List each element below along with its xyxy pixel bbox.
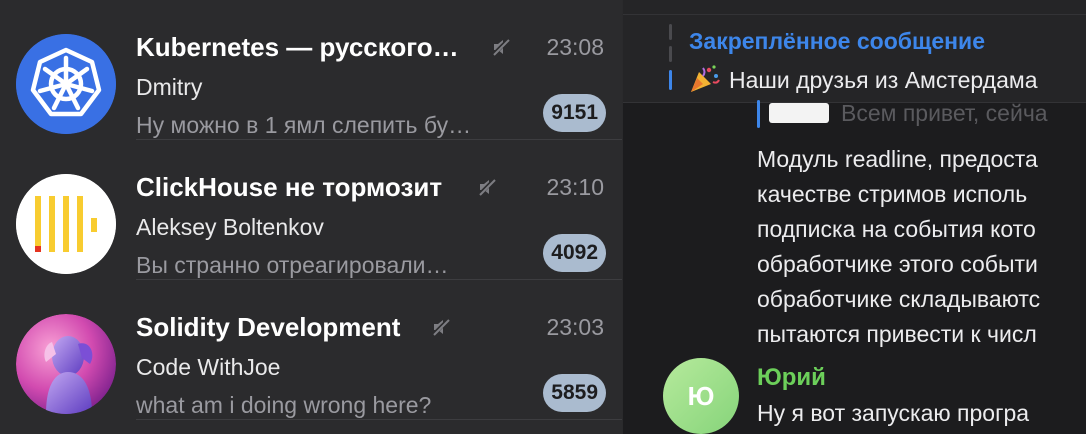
chat-preview: Вы странно отреагировали…: [136, 252, 449, 278]
user-avatar[interactable]: Ю: [663, 358, 739, 434]
chat-preview: Ну можно в 1 ямл слепить бу…: [136, 112, 472, 138]
message-line: пытаются привести к числ: [757, 321, 1037, 347]
reply-thumbnail: [769, 103, 829, 123]
message-author[interactable]: Юрий: [757, 364, 826, 392]
chat-sender: Code WithJoe: [136, 354, 281, 380]
reply-quote[interactable]: Всем привет, сейча: [757, 100, 1086, 130]
unread-badge: 5859: [543, 374, 606, 412]
pinned-message-bar[interactable]: Закреплённое сообщение Наши друзья из Ам…: [623, 0, 1086, 103]
telegram-window: Kubernetes — русского… 23:08 Dmitry Ну м…: [0, 0, 1086, 434]
message-line: обработчике этого событи: [757, 251, 1038, 277]
message-line: подписка на события кото: [757, 216, 1036, 242]
divider: [136, 419, 622, 420]
unread-badge: 9151: [543, 94, 606, 132]
mute-icon: [491, 37, 511, 57]
chat-preview: what am i doing wrong here?: [136, 392, 432, 418]
chat-item-clickhouse[interactable]: ClickHouse не тормозит 23:10 Aleksey Bol…: [0, 140, 622, 280]
chat-time: 23:10: [546, 174, 604, 200]
unread-badge: 4092: [543, 234, 606, 272]
message-line: обработчике складываютс: [757, 286, 1041, 312]
message-text: Модуль readline, предоста качестве стрим…: [757, 144, 1086, 354]
solidity-avatar: [16, 314, 116, 414]
pinned-position-indicator: [669, 24, 673, 92]
divider: [623, 14, 1086, 15]
chat-title: Solidity Development: [136, 312, 401, 342]
mute-icon: [477, 177, 497, 197]
mute-icon: [431, 317, 451, 337]
reply-preview-text: Всем привет, сейча: [841, 100, 1048, 126]
chat-item-solidity[interactable]: Solidity Development 23:03 Code WithJoe …: [0, 280, 622, 420]
chat-time: 23:03: [546, 314, 604, 340]
chat-time: 23:08: [546, 34, 604, 60]
pinned-message-label: Закреплённое сообщение: [689, 28, 985, 54]
chat-title: ClickHouse не тормозит: [136, 172, 443, 202]
kubernetes-avatar: [16, 34, 116, 134]
clickhouse-logo-icon: [16, 174, 116, 274]
reply-accent-bar: [757, 100, 760, 128]
chat-item-kubernetes[interactable]: Kubernetes — русского… 23:08 Dmitry Ну м…: [0, 0, 622, 140]
pinned-message-text-row: Наши друзья из Амстердама: [689, 64, 1038, 94]
pinned-message-text: Наши друзья из Амстердама: [729, 67, 1038, 93]
chat-sender: Dmitry: [136, 74, 203, 100]
party-popper-icon: [691, 65, 720, 92]
message-text: Ну я вот запускаю програ: [757, 400, 1030, 426]
kubernetes-logo-icon: [16, 34, 116, 134]
chat-list[interactable]: Kubernetes — русского… 23:08 Dmitry Ну м…: [0, 0, 622, 434]
message-line: качестве стримов исполь: [757, 181, 1028, 207]
chat-title: Kubernetes — русского…: [136, 32, 459, 62]
message-line: Модуль readline, предоста: [757, 146, 1038, 172]
clickhouse-avatar: [16, 174, 116, 274]
conversation-panel[interactable]: Закреплённое сообщение Наши друзья из Ам…: [622, 0, 1086, 434]
chat-sender: Aleksey Boltenkov: [136, 214, 324, 240]
solidity-art-icon: [16, 314, 116, 414]
